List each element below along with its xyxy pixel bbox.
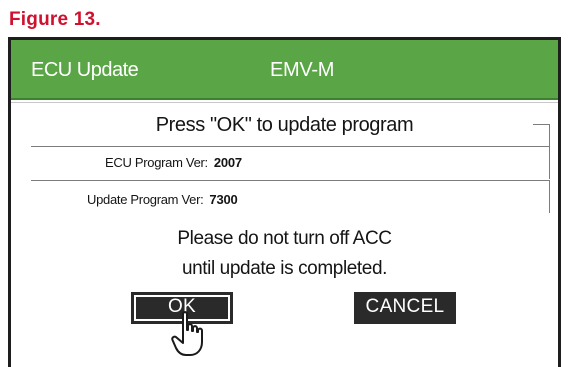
row-frame bbox=[533, 146, 550, 179]
row-frame bbox=[533, 180, 550, 213]
update-version-label: Update Program Ver: bbox=[87, 192, 204, 207]
ecu-version-value: 2007 bbox=[213, 155, 242, 170]
hand-pointer-icon bbox=[171, 311, 203, 356]
figure-label: Figure 13. bbox=[9, 9, 101, 30]
ecu-version-label: ECU Program Ver: bbox=[105, 155, 208, 170]
title-bar: ECU Update EMV-M bbox=[11, 40, 558, 100]
row-divider bbox=[31, 146, 550, 147]
ecu-version-row: ECU Program Ver: 2007 bbox=[105, 155, 242, 170]
update-version-row: Update Program Ver: 7300 bbox=[87, 192, 238, 207]
update-version-value: 7300 bbox=[209, 192, 238, 207]
warning-line-2: until update is completed. bbox=[181, 258, 388, 279]
divider bbox=[11, 102, 558, 103]
screen-model: EMV-M bbox=[270, 59, 335, 81]
screen-title: ECU Update bbox=[31, 59, 139, 81]
update-prompt: Press "OK" to update program bbox=[155, 114, 414, 136]
row-divider bbox=[31, 180, 550, 181]
warning-line-1: Please do not turn off ACC bbox=[177, 228, 392, 249]
cancel-button[interactable]: CANCEL bbox=[354, 292, 456, 324]
ecu-update-screen: ECU Update EMV-M Press "OK" to update pr… bbox=[8, 37, 561, 367]
